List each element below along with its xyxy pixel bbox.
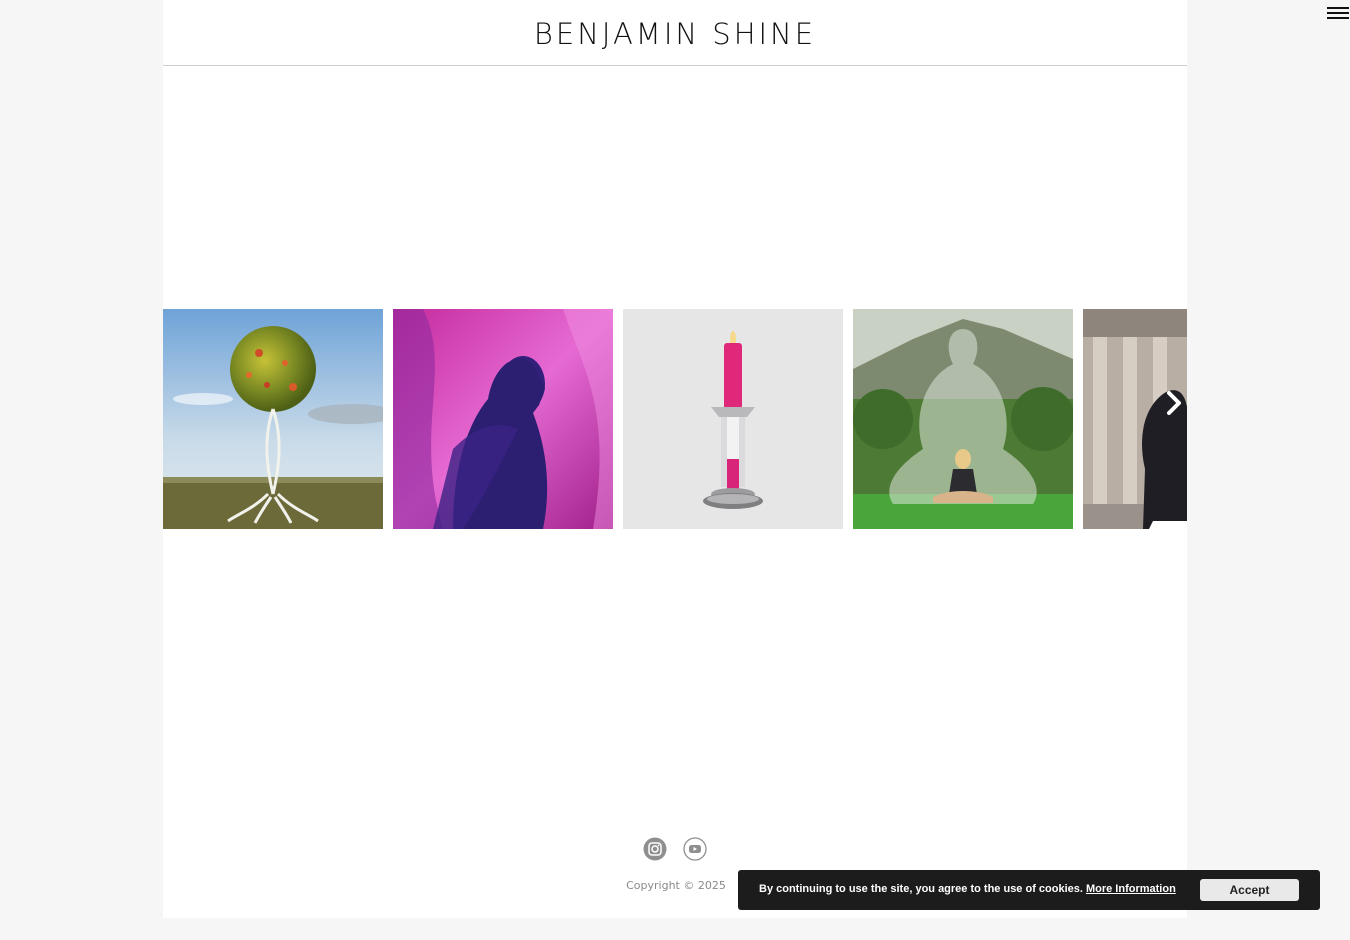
- social-links: [643, 837, 713, 863]
- youtube-link[interactable]: [683, 837, 707, 861]
- more-information-link[interactable]: More Information: [1086, 883, 1176, 895]
- black-horse-sculpture-museum-image: [1083, 309, 1187, 529]
- copyright-text: Copyright © 2025: [626, 879, 726, 892]
- site-header: BENJAMIN SHINE: [163, 0, 1187, 66]
- carousel-item[interactable]: [393, 309, 613, 529]
- carousel-item[interactable]: [163, 309, 383, 529]
- accept-cookies-button[interactable]: Accept: [1200, 879, 1299, 901]
- pink-tulle-silhouette-image: [393, 309, 613, 529]
- cookie-message: By continuing to use the site, you agree…: [759, 883, 1083, 895]
- pink-candle-sculpture-image: [623, 309, 843, 529]
- instagram-icon: [643, 837, 667, 861]
- page-container: BENJAMIN SHINE Copyright © 2025: [163, 0, 1187, 918]
- carousel-item[interactable]: [853, 309, 1073, 529]
- chevron-right-icon: [1167, 391, 1181, 415]
- sphere-sculpture-landscape-image: [163, 309, 383, 529]
- cookie-message-line: By continuing to use the site, you agree…: [759, 883, 1176, 895]
- hamburger-menu-icon: [1327, 7, 1349, 9]
- site-logo[interactable]: BENJAMIN SHINE: [163, 16, 1187, 52]
- hamburger-menu-icon: [1327, 17, 1349, 19]
- artwork-carousel: [163, 309, 1187, 609]
- carousel-next-button[interactable]: [1163, 389, 1187, 417]
- hamburger-menu-button[interactable]: [1326, 4, 1350, 22]
- youtube-icon: [683, 837, 707, 861]
- instagram-link[interactable]: [643, 837, 667, 861]
- meditation-hedge-sculpture-image: [853, 309, 1073, 529]
- hamburger-menu-icon: [1327, 12, 1349, 14]
- carousel-item[interactable]: [1083, 309, 1187, 529]
- cookie-banner: By continuing to use the site, you agree…: [738, 870, 1320, 910]
- carousel-item[interactable]: [623, 309, 843, 529]
